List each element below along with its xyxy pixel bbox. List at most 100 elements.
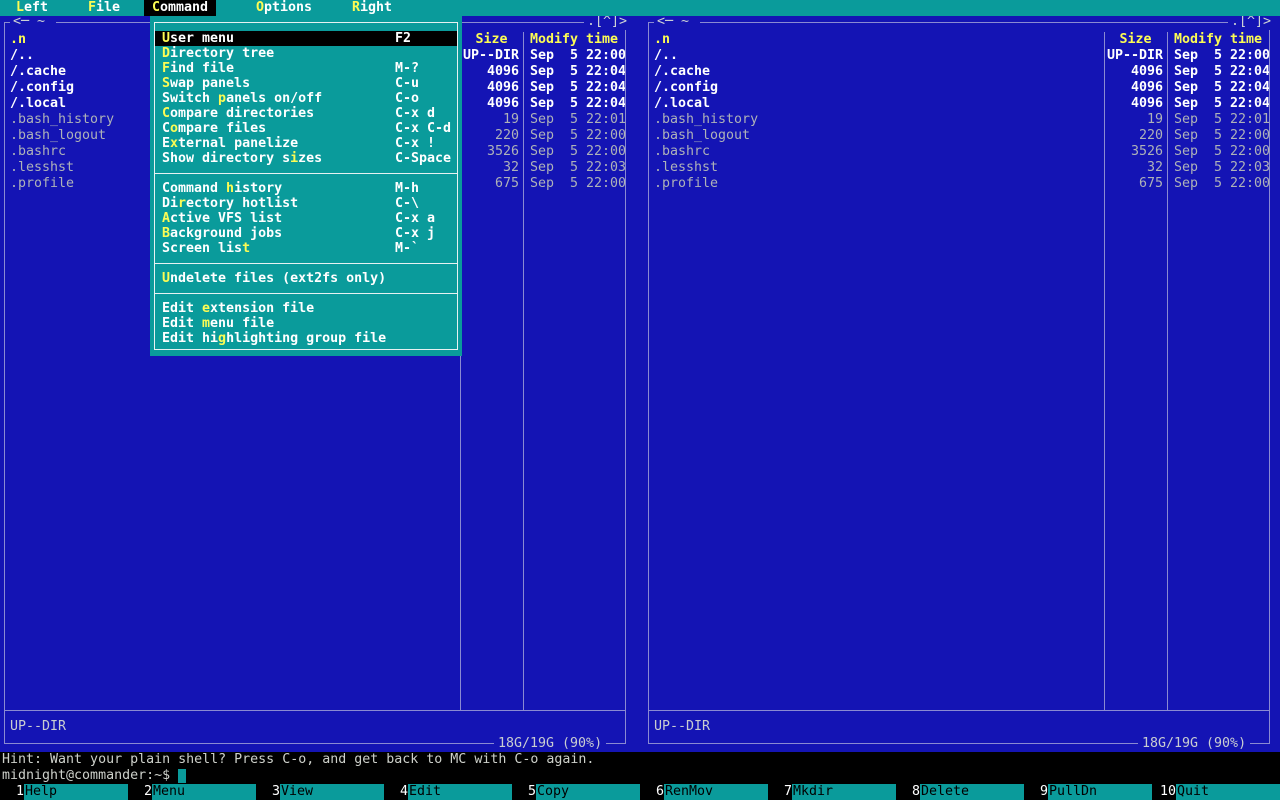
command-dropdown-menu: User menu F2 Directory tree Find file M-? Swa… [150, 16, 462, 356]
menu-item[interactable]: Edit highlighting group file [155, 331, 457, 346]
menu-item[interactable]: Screen list M-` [155, 241, 457, 256]
menu-item-hotkey: o [170, 121, 179, 136]
menu-item-hotkey: D [162, 46, 171, 61]
menu-item-hotkey: S [162, 76, 171, 91]
file-list: /.. UP--DIR Sep 5 22:00 /.cache 4096 Sep… [649, 48, 1269, 192]
menu-item-hotkey: m [202, 316, 211, 331]
menu-item-hotkey: g [218, 331, 227, 346]
menu-item[interactable]: Directory hotlist C-\ [155, 196, 457, 211]
file-size: UP--DIR [462, 48, 519, 63]
file-size: 220 [1138, 128, 1163, 143]
menu-item[interactable]: Active VFS list C-x a [155, 211, 457, 226]
panel-path[interactable]: <─ ~ [10, 14, 57, 30]
menu-group-separator [154, 173, 458, 174]
fkey-label: RenMov [664, 784, 768, 800]
file-name: .bash_logout [654, 128, 751, 143]
menubar-item[interactable]: Options [248, 0, 320, 16]
file-row[interactable]: /.cache 4096 Sep 5 22:04 [649, 64, 1269, 80]
file-row[interactable]: .bash_logout 220 Sep 5 22:00 [649, 128, 1269, 144]
fkey-button[interactable]: 4 Edit [384, 784, 512, 800]
menubar-item[interactable]: Command [144, 0, 217, 16]
fkey-button[interactable]: 9 PullDn [1024, 784, 1152, 800]
menu-item[interactable]: Edit extension file [155, 301, 457, 316]
file-row[interactable]: /.. UP--DIR Sep 5 22:00 [649, 48, 1269, 64]
mini-status: UP--DIR [654, 719, 711, 734]
menu-item[interactable]: Edit menu file [155, 316, 457, 331]
file-mtime: Sep 5 22:00 [530, 144, 625, 159]
file-row[interactable]: .bashrc 3526 Sep 5 22:00 [649, 144, 1269, 160]
menu-item[interactable]: Compare files C-x C-d [155, 121, 457, 136]
fkey-number: 10 [1159, 784, 1176, 799]
menu-item-hotkey: t [242, 241, 251, 256]
fkey-number: 3 [271, 784, 280, 799]
function-key-bar: 1 Help 2 Menu 3 View 4 Edit 5 Copy 6 RenMov 7 Mkdir 8 D… [0, 784, 1280, 800]
fkey-button[interactable]: 6 RenMov [640, 784, 768, 800]
menu-group: Undelete files (ext2fs only) [155, 271, 457, 286]
file-mtime: Sep 5 22:00 [530, 176, 625, 191]
menubar-item[interactable]: Left [8, 0, 56, 16]
fkey-button[interactable]: 3 View [256, 784, 384, 800]
menu-item[interactable]: Show directory sizes C-Space [155, 151, 457, 166]
fkey-button[interactable]: 7 Mkdir [768, 784, 896, 800]
file-name: /.local [654, 96, 711, 111]
file-row[interactable]: .profile 675 Sep 5 22:00 [649, 176, 1269, 192]
column-header-mtime[interactable]: Modify time [523, 32, 625, 48]
menu-item-post: enu file [210, 316, 275, 331]
file-mtime: Sep 5 22:04 [1174, 64, 1269, 79]
file-row[interactable]: .bash_history 19 Sep 5 22:01 [649, 112, 1269, 128]
menu-item[interactable]: Compare directories C-x d [155, 106, 457, 121]
menu-item[interactable]: Directory tree [155, 46, 457, 61]
file-mtime: Sep 5 22:00 [530, 128, 625, 143]
panel-corner-buttons[interactable]: .[^]> [584, 14, 631, 30]
menu-group: Command history M-h Directory hotlist C-\ Ac… [155, 181, 457, 256]
file-name: /.config [654, 80, 719, 95]
menu-group: Edit extension file Edit menu file Edit hi… [155, 301, 457, 346]
fkey-button[interactable]: 10 Quit [1152, 784, 1280, 800]
file-mtime: Sep 5 22:03 [1174, 160, 1269, 175]
fkey-label: Delete [920, 784, 1024, 800]
free-space: 18G/19G (90%) [1138, 736, 1251, 752]
fkey-button[interactable]: 2 Menu [128, 784, 256, 800]
menubar-label: ight [360, 0, 393, 15]
column-header-size[interactable]: Size [460, 32, 523, 48]
menu-item-hotkey: F [162, 61, 171, 76]
menu-item[interactable]: Swap panels C-u [155, 76, 457, 91]
menu-item[interactable]: Background jobs C-x j [155, 226, 457, 241]
menu-item-shortcut: C-u [395, 76, 420, 91]
file-row[interactable]: /.config 4096 Sep 5 22:04 [649, 80, 1269, 96]
file-size: 4096 [1130, 96, 1163, 111]
menu-item-pre: Show directory s [162, 151, 291, 166]
column-header-size[interactable]: Size [1104, 32, 1167, 48]
menu-item[interactable]: Switch panels on/off C-o [155, 91, 457, 106]
menu-item-hotkey: A [162, 211, 171, 226]
column-header-name[interactable]: .nName [649, 32, 1104, 48]
menu-item[interactable]: Find file M-? [155, 61, 457, 76]
menu-item-post: ternal panelize [178, 136, 299, 151]
menu-item-post: anels on/off [226, 91, 323, 106]
menubar-item[interactable]: File [80, 0, 128, 16]
menu-item[interactable]: External panelize C-x ! [155, 136, 457, 151]
fkey-number: 4 [399, 784, 408, 799]
file-size: 4096 [486, 80, 519, 95]
column-header-mtime[interactable]: Modify time [1167, 32, 1269, 48]
file-size: UP--DIR [1106, 48, 1163, 63]
panel-path[interactable]: <─ ~ [654, 14, 701, 30]
menu-item[interactable]: User menu F2 [155, 31, 457, 46]
fkey-button[interactable]: 5 Copy [512, 784, 640, 800]
menu-item-shortcut: C-x a [395, 211, 436, 226]
menubar-item[interactable]: Right [344, 0, 400, 16]
menu-item[interactable]: Command history M-h [155, 181, 457, 196]
file-row[interactable]: /.local 4096 Sep 5 22:04 [649, 96, 1269, 112]
panel-corner-buttons[interactable]: .[^]> [1228, 14, 1275, 30]
fkey-button[interactable]: 1 Help [0, 784, 128, 800]
file-row[interactable]: .lesshst 32 Sep 5 22:03 [649, 160, 1269, 176]
menu-item-hotkey: B [162, 226, 171, 241]
shell-prompt[interactable]: midnight@commander:~$ [2, 768, 170, 784]
menubar-hotkey: C [152, 0, 161, 15]
file-mtime: Sep 5 22:00 [1174, 128, 1269, 143]
fkey-button[interactable]: 8 Delete [896, 784, 1024, 800]
menu-item-post: ectory hotlist [186, 196, 299, 211]
menu-item[interactable]: Undelete files (ext2fs only) [155, 271, 457, 286]
menu-item-hotkey: r [178, 196, 187, 211]
menu-item-pre: Screen lis [162, 241, 243, 256]
